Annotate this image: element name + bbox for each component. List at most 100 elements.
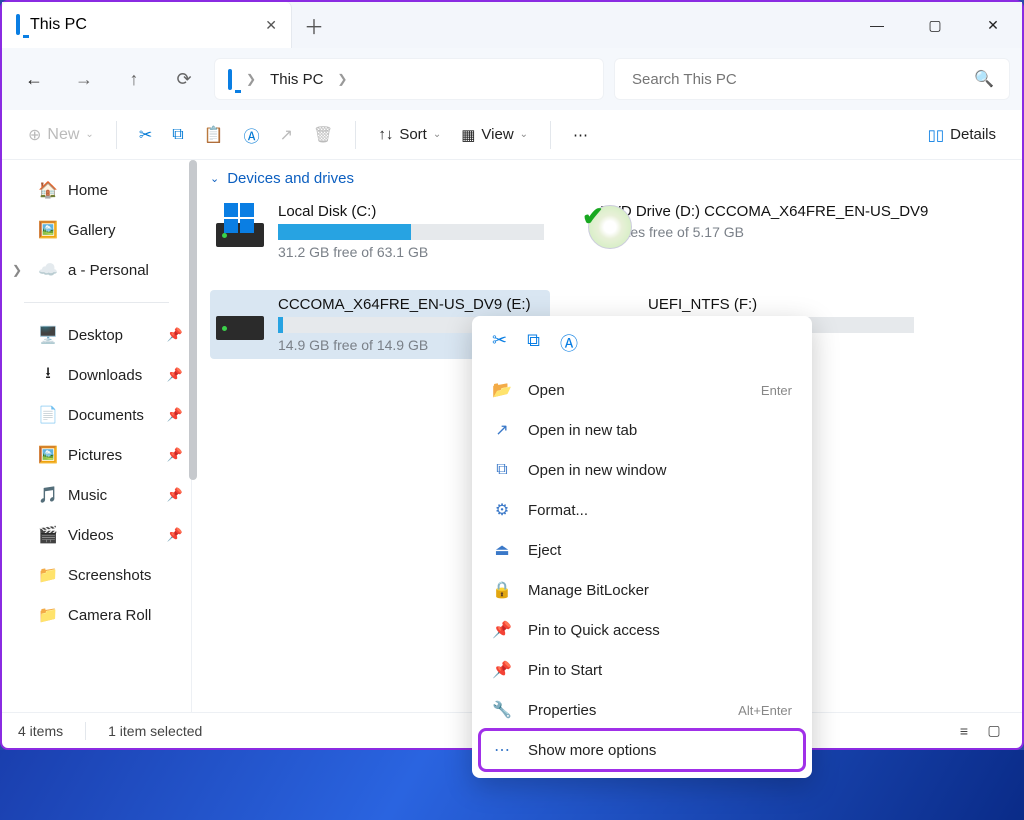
paste-button[interactable]: 📋 — [196, 118, 232, 152]
forward-button[interactable]: → — [64, 59, 104, 99]
new-button[interactable]: ⊕ New ⌄ — [20, 118, 102, 152]
cut-button[interactable]: ✂ — [131, 118, 160, 152]
drive-name: UEFI_NTFS (F:) — [648, 296, 914, 313]
cut-icon[interactable]: ✂ — [492, 330, 507, 356]
search-icon[interactable]: 🔍 — [974, 69, 994, 89]
chevron-down-icon: ⌄ — [433, 129, 441, 140]
list-view-button[interactable]: ≡ — [952, 721, 976, 741]
context-item-label: Open — [528, 382, 565, 399]
menu-icon: ⋯ — [492, 740, 512, 760]
up-button[interactable]: ↑ — [114, 59, 154, 99]
context-item-open-in-new-tab[interactable]: ↗Open in new tab — [480, 410, 804, 450]
drive-item[interactable]: ✔DVD Drive (D:) CCCOMA_X64FRE_EN-US_DV90… — [580, 197, 920, 266]
drive-item[interactable]: Local Disk (C:) 31.2 GB free of 63.1 GB — [210, 197, 550, 266]
drive-free-text: 31.2 GB free of 63.1 GB — [278, 244, 544, 260]
drive-name: Local Disk (C:) — [278, 203, 544, 220]
drive-name: CCCOMA_X64FRE_EN-US_DV9 (E:) — [278, 296, 544, 313]
sidebar-item-documents[interactable]: 📄Documents📌 — [2, 395, 191, 435]
selection-count: 1 item selected — [108, 723, 202, 739]
context-quick-actions: ✂ ⧉ Ⓐ — [480, 324, 804, 370]
details-pane-button[interactable]: ▯▯ Details — [920, 118, 1004, 152]
pin-icon: 📌 — [167, 367, 183, 383]
share-button[interactable]: ↗ — [272, 118, 301, 152]
context-item-label: Manage BitLocker — [528, 582, 649, 599]
sidebar-item-videos[interactable]: 🎬Videos📌 — [2, 515, 191, 555]
sidebar-item-pictures[interactable]: 🖼️Pictures📌 — [2, 435, 191, 475]
new-tab-button[interactable]: ＋ — [292, 2, 336, 48]
drive-free-text: 0 bytes free of 5.17 GB — [600, 224, 928, 240]
context-menu: ✂ ⧉ Ⓐ 📂OpenEnter↗Open in new tab⧉Open in… — [472, 316, 812, 778]
sort-button[interactable]: ↑↓ Sort ⌄ — [370, 118, 449, 152]
sidebar-item-gallery[interactable]: 🖼️Gallery — [2, 210, 191, 250]
sidebar-item-desktop[interactable]: 🖥️Desktop📌 — [2, 315, 191, 355]
section-header-devices[interactable]: ⌄ Devices and drives — [210, 170, 1004, 187]
minimize-button[interactable]: — — [848, 2, 906, 48]
sidebar-item-a---personal[interactable]: ❯☁️a - Personal — [2, 250, 191, 290]
breadcrumb[interactable]: This PC — [270, 71, 323, 88]
ellipsis-icon: ⋯ — [573, 126, 588, 144]
maximize-button[interactable]: ▢ — [906, 2, 964, 48]
sidebar-item-label: Downloads — [68, 367, 142, 384]
context-item-label: Pin to Quick access — [528, 622, 660, 639]
rename-icon[interactable]: Ⓐ — [560, 330, 578, 356]
context-item-eject[interactable]: ⏏Eject — [480, 530, 804, 570]
more-button[interactable]: ⋯ — [565, 118, 596, 152]
context-item-open-in-new-window[interactable]: ⧉ Open in new window — [480, 450, 804, 490]
sidebar-item-label: Pictures — [68, 447, 122, 464]
context-item-show-more-options[interactable]: ⋯ Show more options — [480, 730, 804, 770]
menu-icon: ⧉ — [492, 461, 512, 479]
context-item-properties[interactable]: 🔧PropertiesAlt+Enter — [480, 690, 804, 730]
clipboard-icon: 📋 — [204, 125, 224, 145]
folder-icon: ☁️ — [38, 260, 58, 280]
sidebar-item-downloads[interactable]: ⭳ Downloads 📌 — [2, 355, 191, 395]
titlebar: This PC ✕ ＋ — ▢ ✕ — [2, 2, 1022, 48]
context-item-accelerator: Alt+Enter — [738, 703, 792, 718]
divider — [24, 302, 169, 303]
trash-icon: 🗑 — [313, 125, 333, 145]
context-item-manage-bitlocker[interactable]: 🔒Manage BitLocker — [480, 570, 804, 610]
sidebar: 🏠Home🖼️Gallery❯☁️a - Personal 🖥️Desktop📌… — [2, 160, 192, 712]
chevron-down-icon: ⌄ — [210, 172, 219, 185]
tiles-view-button[interactable]: ▢ — [982, 721, 1006, 741]
back-button[interactable]: ← — [14, 59, 54, 99]
close-button[interactable]: ✕ — [964, 2, 1022, 48]
pin-icon: 📌 — [167, 327, 183, 343]
sidebar-item-label: Documents — [68, 407, 144, 424]
sidebar-item-camera-roll[interactable]: 📁Camera Roll — [2, 595, 191, 635]
chevron-down-icon: ⌄ — [85, 129, 93, 140]
copy-button[interactable]: ⧉ — [164, 118, 191, 152]
hard-drive-icon — [216, 205, 264, 247]
sidebar-item-screenshots[interactable]: 📁Screenshots — [2, 555, 191, 595]
tab-close-icon[interactable]: ✕ — [265, 17, 277, 34]
copy-icon[interactable]: ⧉ — [527, 330, 540, 356]
chevron-right-icon[interactable]: ❯ — [12, 263, 22, 277]
refresh-button[interactable]: ⟳ — [164, 59, 204, 99]
rename-button[interactable]: Ⓐ — [236, 118, 268, 152]
delete-button[interactable]: 🗑 — [305, 118, 341, 152]
drive-name: DVD Drive (D:) CCCOMA_X64FRE_EN-US_DV9 — [600, 203, 928, 220]
search-input[interactable] — [630, 70, 974, 89]
context-item-pin-to-quick-access[interactable]: 📌Pin to Quick access — [480, 610, 804, 650]
menu-icon: 📂 — [492, 380, 512, 400]
usage-bar — [278, 224, 544, 240]
sidebar-item-music[interactable]: 🎵Music📌 — [2, 475, 191, 515]
context-item-label: Show more options — [528, 742, 656, 759]
pin-icon: 📌 — [167, 407, 183, 423]
address-bar[interactable]: ❯ This PC ❯ — [214, 58, 604, 100]
context-item-label: Open in new window — [528, 462, 666, 479]
search-bar[interactable]: 🔍 — [614, 58, 1010, 100]
context-item-pin-to-start[interactable]: 📌Pin to Start — [480, 650, 804, 690]
chevron-right-icon[interactable]: ❯ — [337, 72, 347, 86]
monitor-icon — [228, 71, 232, 88]
menu-icon: 📌 — [492, 660, 512, 680]
tab-this-pc[interactable]: This PC ✕ — [2, 2, 292, 48]
view-button[interactable]: ▦ View ⌄ — [453, 118, 536, 152]
context-item-open[interactable]: 📂OpenEnter — [480, 370, 804, 410]
navbar: ← → ↑ ⟳ ❯ This PC ❯ 🔍 — [2, 48, 1022, 110]
context-item-format-[interactable]: ⚙Format... — [480, 490, 804, 530]
sidebar-item-home[interactable]: 🏠Home — [2, 170, 191, 210]
sidebar-item-label: Home — [68, 182, 108, 199]
context-item-label: Format... — [528, 502, 588, 519]
context-item-label: Eject — [528, 542, 561, 559]
folder-icon: ⭳ — [38, 365, 58, 385]
